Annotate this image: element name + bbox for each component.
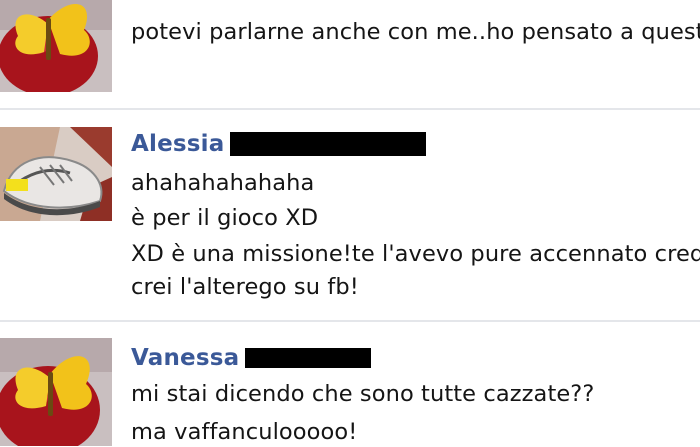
author-row: Alessia — [131, 129, 427, 159]
author-name[interactable]: Vanessa — [131, 345, 239, 371]
apple-butterfly-avatar-icon[interactable] — [0, 0, 112, 92]
author-name[interactable]: Alessia — [131, 131, 224, 157]
message-text: XD è una missione!te l'avevo pure accenn… — [131, 241, 700, 267]
author-row: Vanessa — [131, 343, 372, 373]
sneaker-avatar-icon[interactable] — [0, 127, 112, 221]
message-text: mi stai dicendo che sono tutte cazzate?? — [131, 381, 595, 407]
chat-thread: potevi parlarne anche con me..ho pensato… — [0, 0, 700, 446]
message-text: ma vaffanculooooo! — [131, 419, 358, 445]
chat-message: Vanessa mi stai dicendo che sono tutte c… — [0, 322, 700, 446]
apple-butterfly-avatar-icon[interactable] — [0, 338, 112, 446]
message-text: potevi parlarne anche con me..ho pensato… — [131, 19, 700, 45]
redacted-surname — [230, 132, 427, 156]
message-text: ahahahahahaha — [131, 170, 315, 196]
chat-message: potevi parlarne anche con me..ho pensato… — [0, 0, 700, 108]
chat-message: Alessia ahahahahahaha è per il gioco XD … — [0, 110, 700, 320]
redacted-surname — [245, 348, 372, 368]
message-text: è per il gioco XD — [131, 205, 319, 231]
message-text: crei l'alterego su fb! — [131, 274, 359, 300]
